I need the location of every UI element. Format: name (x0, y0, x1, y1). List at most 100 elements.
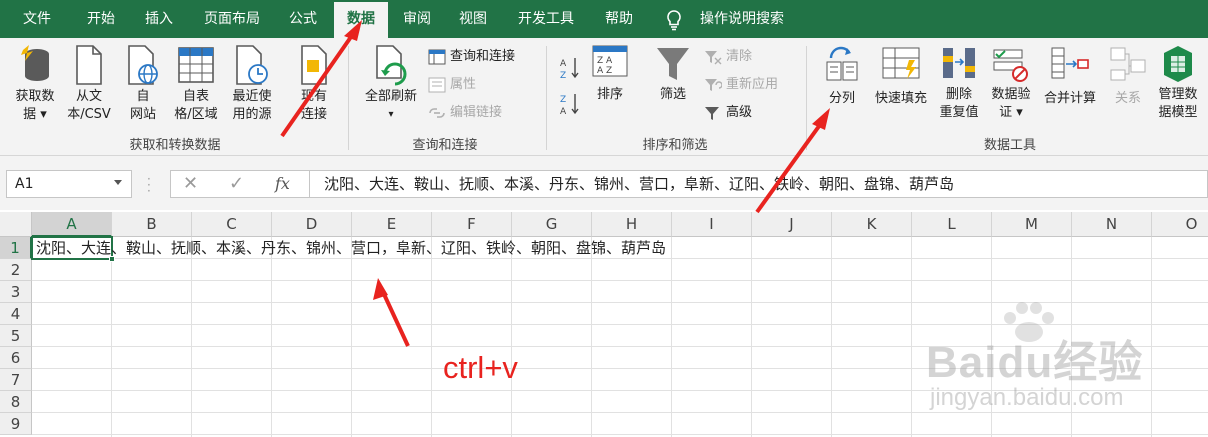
tell-me-search[interactable]: 操作说明搜索 (690, 0, 794, 38)
text-to-columns-button[interactable]: 分列 (820, 44, 864, 108)
table-icon (178, 47, 214, 83)
advanced-label: 高级 (726, 105, 753, 120)
data-validation-button[interactable]: 数据验 证 ▾ (986, 44, 1036, 122)
properties-button[interactable]: 属性 (428, 76, 476, 94)
text-to-columns-label: 分列 (828, 91, 855, 106)
consolidate-button[interactable]: 合并计算 (1036, 44, 1104, 108)
database-icon (21, 45, 49, 81)
gridline-vertical (1151, 237, 1152, 437)
connection-file-icon (301, 45, 327, 85)
row-header-8[interactable]: 8 (0, 391, 32, 413)
sort-desc-button[interactable]: Z A (560, 92, 582, 122)
tab-review[interactable]: 审阅 (392, 0, 442, 38)
flash-fill-button[interactable]: 快速填充 (866, 44, 936, 108)
from-table-range-button[interactable]: 自表 格/区域 (168, 44, 224, 124)
column-header-g[interactable]: G (512, 212, 592, 237)
column-header-n[interactable]: N (1072, 212, 1152, 237)
tab-help[interactable]: 帮助 (594, 0, 644, 38)
remove-duplicates-label: 删除 重复值 (939, 87, 979, 120)
tab-developer[interactable]: 开发工具 (508, 0, 584, 38)
formula-bar: A1 · · · ✕ ✓ fx 沈阳、大连、鞍山、抚顺、本溪、丹东、锦州、营口，阜新… (0, 156, 1208, 210)
svg-text:Z A: Z A (597, 56, 613, 66)
tab-data[interactable]: 数据 (334, 2, 388, 38)
relationships-label: 关系 (1114, 91, 1141, 106)
sort-asc-button[interactable]: A Z (560, 56, 582, 86)
properties-icon (428, 77, 446, 92)
refresh-all-button[interactable]: 全部刷新 ▾ (358, 44, 424, 124)
ribbon: 获取数 据 ▾ 从文 本/CSV 自 网站 自表 格/区域 最近使 用的源 现有… (0, 38, 1208, 156)
gridline-vertical (511, 237, 512, 437)
advanced-filter-button[interactable]: 高级 (704, 104, 752, 122)
web-page-icon (128, 45, 158, 85)
from-web-label: 自 网站 (129, 89, 156, 122)
refresh-icon (376, 45, 407, 86)
queries-connections-label: 查询和连接 (450, 49, 516, 64)
column-header-a[interactable]: A (32, 212, 112, 237)
row-header-4[interactable]: 4 (0, 303, 32, 325)
group-sort-filter: 排序和筛选 (642, 138, 708, 153)
from-web-button[interactable]: 自 网站 (120, 44, 166, 124)
row-header-7[interactable]: 7 (0, 369, 32, 391)
column-header-h[interactable]: H (592, 212, 672, 237)
column-header-b[interactable]: B (112, 212, 192, 237)
flash-fill-label: 快速填充 (874, 91, 927, 106)
select-all-corner[interactable] (0, 212, 32, 237)
cell-a1-value[interactable]: 沈阳、大连、鞍山、抚顺、本溪、丹东、锦州、营口，阜新、辽阳、铁岭、朝阳、盘锦、葫… (36, 237, 666, 259)
tab-file[interactable]: 文件 (14, 0, 60, 38)
drag-handle-icon[interactable]: · · · (147, 173, 151, 197)
tab-formulas[interactable]: 公式 (278, 0, 328, 38)
insert-function-icon[interactable]: fx (275, 174, 290, 193)
menu-bar: 文件 开始 插入 页面布局 公式 数据 审阅 视图 开发工具 帮助 操作说明搜索 (0, 0, 1208, 38)
data-validation-label: 数据验 证 ▾ (991, 87, 1031, 120)
tab-view[interactable]: 视图 (448, 0, 498, 38)
column-header-d[interactable]: D (272, 212, 352, 237)
column-header-c[interactable]: C (192, 212, 272, 237)
lightbulb-icon (667, 10, 681, 31)
row-header-2[interactable]: 2 (0, 259, 32, 281)
column-header-l[interactable]: L (912, 212, 992, 237)
svg-text:A: A (560, 59, 567, 69)
manage-data-model-button[interactable]: 管理数 据模型 (1150, 44, 1206, 122)
filter-button[interactable]: 筛选 (652, 44, 694, 104)
refresh-all-label: 全部刷新 (364, 89, 417, 104)
sort-dialog-icon: Z A A Z (592, 45, 628, 77)
row-header-5[interactable]: 5 (0, 325, 32, 347)
relationships-button[interactable]: 关系 (1108, 44, 1148, 108)
formula-input[interactable]: 沈阳、大连、鞍山、抚顺、本溪、丹东、锦州、营口，阜新、辽阳、铁岭、朝阳、盘锦、葫… (310, 170, 1208, 198)
column-header-i[interactable]: I (672, 212, 752, 237)
column-header-o[interactable]: O (1152, 212, 1208, 237)
get-data-button[interactable]: 获取数 据 ▾ (6, 44, 64, 124)
recent-sources-button[interactable]: 最近使 用的源 (224, 44, 280, 124)
existing-connections-button[interactable]: 现有 连接 (288, 44, 340, 124)
column-header-f[interactable]: F (432, 212, 512, 237)
row-header-6[interactable]: 6 (0, 347, 32, 369)
svg-text:Z: Z (560, 95, 566, 105)
clear-filter-button[interactable]: 清除 (704, 48, 752, 66)
gridline-vertical (431, 237, 432, 437)
gridline-vertical (351, 237, 352, 437)
column-header-j[interactable]: J (752, 212, 832, 237)
ribbon-separator (348, 46, 349, 150)
tab-insert[interactable]: 插入 (134, 0, 184, 38)
gridline-vertical (831, 237, 832, 437)
cancel-icon[interactable]: ✕ (183, 173, 198, 194)
gridline-vertical (111, 237, 112, 437)
text-file-icon (76, 45, 102, 85)
column-header-m[interactable]: M (992, 212, 1072, 237)
row-header-9[interactable]: 9 (0, 413, 32, 435)
tab-home[interactable]: 开始 (76, 0, 126, 38)
edit-links-button[interactable]: 编辑链接 (428, 104, 502, 122)
chevron-down-icon[interactable] (114, 180, 122, 185)
enter-icon[interactable]: ✓ (229, 173, 244, 194)
row-header-3[interactable]: 3 (0, 281, 32, 303)
reapply-button[interactable]: 重新应用 (704, 76, 778, 94)
gridline-vertical (751, 237, 752, 437)
column-header-e[interactable]: E (352, 212, 432, 237)
column-header-k[interactable]: K (832, 212, 912, 237)
remove-duplicates-button[interactable]: 删除 重复值 (934, 44, 984, 122)
tab-page-layout[interactable]: 页面布局 (194, 0, 270, 38)
sort-button[interactable]: Z A A Z 排序 (590, 44, 630, 104)
queries-connections-button[interactable]: 查询和连接 (428, 48, 515, 66)
row-header-1[interactable]: 1 (0, 237, 32, 259)
from-text-csv-button[interactable]: 从文 本/CSV (62, 44, 116, 124)
